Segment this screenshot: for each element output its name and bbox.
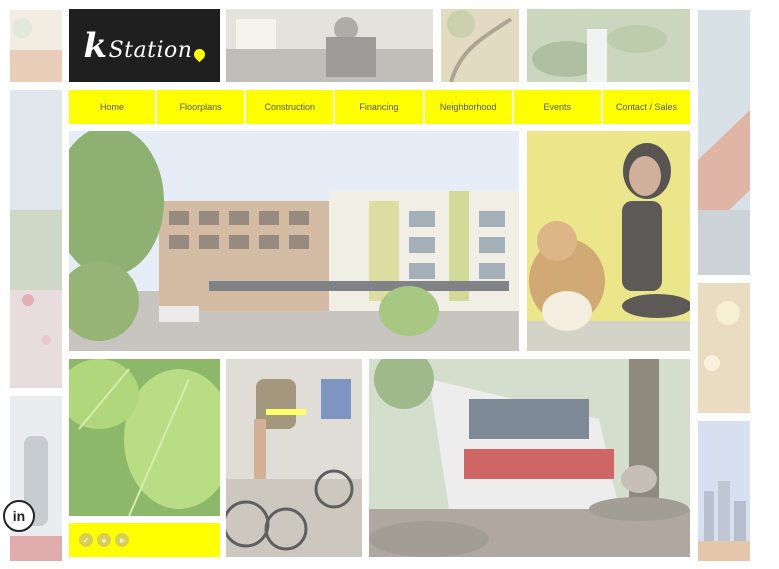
side-photo-right-mid [698, 283, 750, 413]
side-photo-left-bottom [10, 396, 62, 561]
social-icon-1[interactable]: ✓ [79, 533, 93, 547]
photo-tree [441, 9, 519, 82]
social-bar: ✓ ● ➤ [69, 523, 220, 557]
photo-woman-dog [527, 131, 690, 351]
main-nav: Home Floorplans Construction Financing N… [69, 90, 691, 124]
logo-text: kStation [83, 25, 208, 66]
nav-neighborhood[interactable]: Neighborhood [424, 90, 512, 124]
logo-word: Station [108, 37, 193, 63]
social-icon-2[interactable]: ● [97, 533, 111, 547]
logo[interactable]: kStation [69, 9, 220, 82]
photo-leaves [69, 359, 220, 516]
logo-k: k [83, 25, 108, 66]
photo-cafe [226, 9, 433, 82]
photo-cyclists [226, 359, 362, 557]
nav-home[interactable]: Home [69, 90, 155, 124]
nav-contact-sales[interactable]: Contact / Sales [602, 90, 691, 124]
nav-floorplans[interactable]: Floorplans [157, 90, 245, 124]
photo-streetcar [369, 359, 690, 557]
photo-creek [527, 9, 690, 82]
social-icon-3[interactable]: ➤ [115, 533, 129, 547]
nav-events[interactable]: Events [513, 90, 601, 124]
hero-building-photo [69, 131, 519, 351]
nav-financing[interactable]: Financing [335, 90, 423, 124]
linkedin-icon[interactable]: in [3, 500, 35, 532]
map-pin-icon [192, 46, 208, 62]
side-photo-left-top [10, 10, 62, 82]
side-photo-right-bottom [698, 421, 750, 561]
side-photo-left-mid [10, 90, 62, 388]
side-photo-right-top [698, 10, 750, 275]
nav-construction[interactable]: Construction [246, 90, 334, 124]
